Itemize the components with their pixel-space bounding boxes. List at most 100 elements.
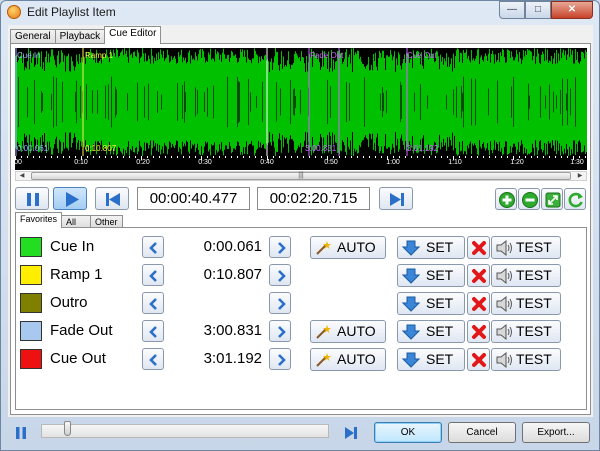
preview-position-slider[interactable] [41,421,329,438]
tick-label: 0:10 [74,159,88,166]
cue-in-marker-label: Cue In [17,51,41,60]
auto-button[interactable]: AUTO [310,236,386,259]
close-button[interactable]: ✕ [551,1,593,19]
nudge-forward-button[interactable] [269,292,291,314]
tick-label: 1:20 [510,159,524,166]
delete-x-icon [472,325,486,339]
scroll-left-icon[interactable]: ◀ [17,172,27,180]
cue-color-swatch[interactable] [20,349,42,369]
main-tabs: General Playback Cue Editor [10,26,162,44]
tick-label: 0:20 [136,159,150,166]
speaker-icon [496,352,512,368]
expand-icon [545,192,561,208]
refresh-button[interactable] [564,188,586,210]
waveform-display[interactable]: Cue In Ramp 1 Fade Out Cue Out 0:00.061 … [15,48,587,156]
scroll-right-icon[interactable]: ▶ [575,172,585,180]
test-button[interactable]: TEST [491,264,561,287]
nudge-back-button[interactable] [142,264,164,286]
skip-to-end-button[interactable] [379,187,413,210]
set-button[interactable]: SET [397,320,465,343]
speaker-icon [496,296,512,312]
test-label: TEST [516,267,552,283]
skip-to-start-button[interactable] [95,187,129,210]
edit-playlist-item-window: Edit Playlist Item — □ ✕ General Playbac… [0,0,600,451]
fade-out-marker-time: 3:00.831 [305,144,337,153]
add-cue-button[interactable] [495,188,517,210]
set-button[interactable]: SET [397,264,465,287]
set-button[interactable]: SET [397,236,465,259]
auto-label: AUTO [337,323,376,339]
export-button[interactable]: Export... [522,422,590,443]
preview-skip-end-button[interactable] [343,425,359,441]
delete-cue-button[interactable] [467,320,490,343]
set-button[interactable]: SET [397,348,465,371]
test-button[interactable]: TEST [491,292,561,315]
delete-cue-button[interactable] [467,264,490,287]
chevron-left-icon [149,270,157,282]
pause-button[interactable] [15,187,49,210]
nudge-back-button[interactable] [142,320,164,342]
set-down-arrow-icon [402,352,420,368]
delete-x-icon [472,353,486,367]
tab-general[interactable]: General [10,29,56,44]
slider-thumb[interactable] [64,421,71,436]
cue-color-swatch[interactable] [20,321,42,341]
set-button[interactable]: SET [397,292,465,315]
cue-out-marker-time: 3:01.192 [407,144,439,153]
delete-x-icon [472,269,486,283]
cue-name: Cue In [50,238,95,255]
set-label: SET [426,351,454,367]
test-button[interactable]: TEST [491,348,561,371]
delete-cue-button[interactable] [467,236,490,259]
nudge-back-button[interactable] [142,292,164,314]
expand-button[interactable] [541,188,563,210]
test-button[interactable]: TEST [491,236,561,259]
test-label: TEST [516,239,552,255]
test-button[interactable]: TEST [491,320,561,343]
cue-color-swatch[interactable] [20,265,42,285]
cue-row-ramp-1: Ramp 1 0:10.807 SET TEST [16,262,586,288]
ok-button[interactable]: OK [374,422,442,443]
cue-color-swatch[interactable] [20,293,42,313]
tick-label: 0:30 [198,159,212,166]
delete-cue-button[interactable] [467,348,490,371]
scrollbar-thumb[interactable]: ||| [31,172,571,180]
nudge-forward-button[interactable] [269,264,291,286]
tick-label: 1:10 [448,159,462,166]
tick-label: 00 [15,159,22,166]
play-button[interactable] [53,187,87,210]
nudge-back-button[interactable] [142,348,164,370]
chevron-right-icon [278,298,286,310]
maximize-button[interactable]: □ [525,1,551,19]
waveform-scrollbar[interactable]: ◀ ||| ▶ [15,171,587,181]
nudge-back-button[interactable] [142,236,164,258]
nudge-forward-button[interactable] [269,320,291,342]
cue-time: 3:00.831 [203,322,262,339]
nudge-forward-button[interactable] [269,236,291,258]
duration-time-display: 00:02:20.715 [257,187,370,210]
minimize-button[interactable]: — [499,1,525,19]
cue-row-fade-out: Fade Out 3:00.831 AUTO SET TEST [16,318,586,344]
cue-row-outro: Outro SET TEST [16,290,586,316]
cue-row-cue-in: Cue In 0:00.061 AUTO SET TEST [16,234,586,260]
remove-cue-button[interactable] [518,188,540,210]
cue-color-swatch[interactable] [20,237,42,257]
cue-name: Ramp 1 [50,266,103,283]
set-label: SET [426,239,454,255]
cancel-button[interactable]: Cancel [448,422,516,443]
ramp-1-marker-label: Ramp 1 [85,51,114,60]
pause-icon [27,193,39,206]
set-down-arrow-icon [402,324,420,340]
set-label: SET [426,267,454,283]
tab-favorites[interactable]: Favorites [15,212,63,228]
nudge-forward-button[interactable] [269,348,291,370]
auto-label: AUTO [337,239,376,255]
auto-button[interactable]: AUTO [310,348,386,371]
delete-cue-button[interactable] [467,292,490,315]
tab-cue-editor[interactable]: Cue Editor [104,26,162,44]
preview-pause-button[interactable] [13,425,29,441]
tab-playback[interactable]: Playback [54,29,106,44]
waveform-graphic [15,48,587,156]
auto-button[interactable]: AUTO [310,320,386,343]
timeline-ruler[interactable]: 00 0:10 0:20 0:30 0:40 0:50 1:00 1:10 1:… [15,156,587,170]
